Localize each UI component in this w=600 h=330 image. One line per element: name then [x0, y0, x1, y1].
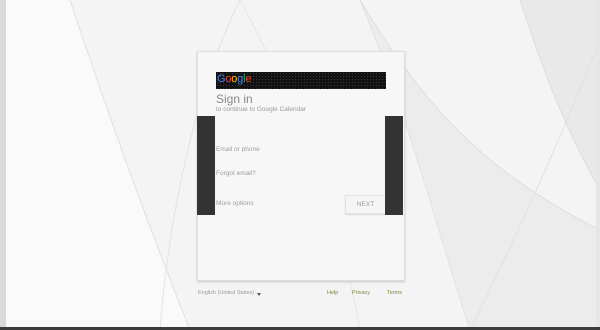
logo-redaction-bar: Google: [216, 72, 386, 89]
next-button[interactable]: NEXT: [345, 195, 386, 214]
redaction-block-right: [385, 116, 403, 215]
email-field[interactable]: Email or phone: [216, 146, 260, 153]
redaction-block-left: [197, 116, 215, 215]
forgot-email-link[interactable]: Forgot email?: [216, 170, 256, 177]
google-logo: Google: [217, 73, 252, 85]
window-edge-left: [0, 0, 6, 330]
more-options-link[interactable]: More options: [216, 200, 254, 207]
privacy-link[interactable]: Privacy: [352, 290, 370, 296]
page-subtitle: to continue to Google Calendar: [216, 106, 306, 113]
window-edge-right: [596, 0, 600, 330]
caret-down-icon[interactable]: [257, 293, 261, 296]
language-selector[interactable]: English (United States): [198, 290, 254, 296]
help-link[interactable]: Help: [327, 290, 338, 296]
signin-card: Google Sign in to continue to Google Cal…: [197, 51, 405, 281]
terms-link[interactable]: Terms: [387, 290, 402, 296]
page-title: Sign in: [216, 92, 253, 106]
